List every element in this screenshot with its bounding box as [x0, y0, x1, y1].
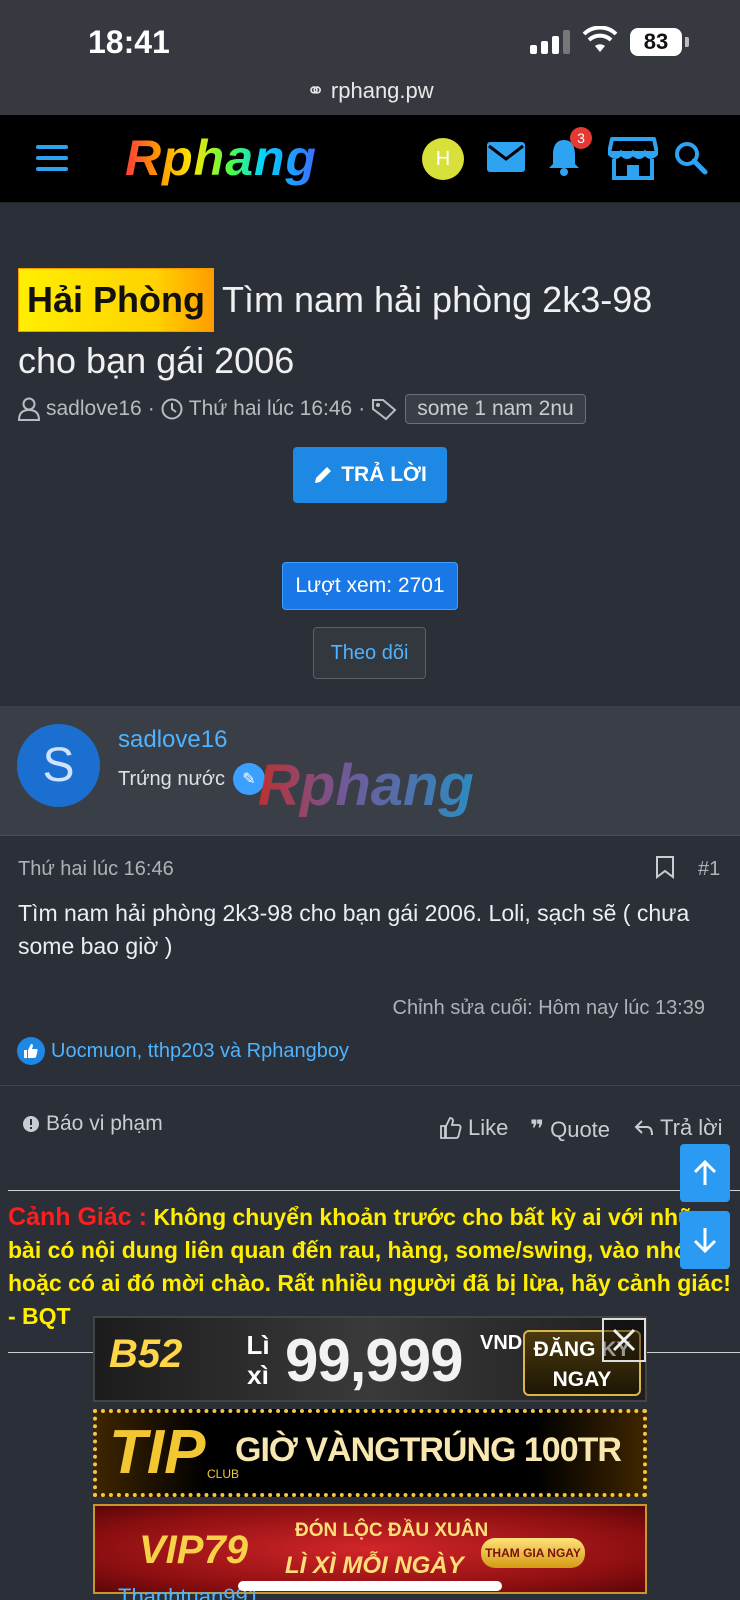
reply-arrow-icon: [634, 1120, 653, 1136]
notification-badge: 3: [570, 127, 592, 149]
reactions-names: Uocmuon, tthp203 và Rphangboy: [51, 1039, 349, 1062]
bookmark-icon[interactable]: [655, 855, 675, 879]
ad-banner-b52[interactable]: B52 Lì xì 99,999 VND ĐĂNG KÝ NGAY: [93, 1316, 647, 1402]
status-bar: 18:41 83 ⚭ rphang.pw: [0, 0, 740, 115]
post-body: Thứ hai lúc 16:46 #1 Tìm nam hải phòng 2…: [0, 837, 740, 1085]
close-ad-button[interactable]: [602, 1318, 646, 1362]
clock: 18:41: [88, 24, 170, 60]
url-text: rphang.pw: [330, 78, 434, 103]
thumbs-up-outline-icon: [440, 1117, 462, 1139]
store-icon[interactable]: [608, 135, 658, 181]
warning-label: Cảnh Giác :: [8, 1203, 147, 1231]
ad-b52-logo: B52: [109, 1332, 183, 1376]
ad-banner-tip[interactable]: TIP CLUB GIỜ VÀNGTRÚNG 100TR: [93, 1409, 647, 1497]
divider: [8, 1190, 740, 1191]
post-actions: Báo vi phạm Like ❞ Quote Trả lời: [0, 1085, 740, 1171]
arrow-up-icon: [693, 1159, 717, 1185]
close-icon: [612, 1328, 636, 1352]
user-rank-label: Trứng nước: [118, 767, 225, 790]
menu-icon[interactable]: [36, 145, 68, 178]
post-date[interactable]: Thứ hai lúc 16:46: [18, 858, 174, 881]
ad-vip79-line1: ĐÓN LỘC ĐẦU XUÂN: [295, 1520, 489, 1541]
ad-currency: VND: [480, 1332, 523, 1354]
pencil-icon: [315, 467, 332, 483]
post-username[interactable]: sadlove16: [118, 726, 227, 754]
reply-post-label: Trả lời: [660, 1115, 723, 1140]
reply-button[interactable]: TRẢ LỜI: [293, 447, 447, 503]
thread-author[interactable]: sadlove16: [46, 397, 142, 421]
user-rank: Trứng nước ✎: [118, 763, 265, 795]
ad-vip79-logo: VIP79: [139, 1528, 248, 1572]
scroll-top-button[interactable]: [680, 1144, 730, 1202]
top-navbar: Rphang H 3: [0, 115, 740, 203]
scroll-bottom-button[interactable]: [680, 1211, 730, 1269]
last-edited: Chỉnh sửa cuối: Hôm nay lúc 13:39: [392, 997, 705, 1019]
alert-icon: [23, 1116, 39, 1132]
warning-sign: - BQT: [8, 1303, 71, 1329]
wifi-icon: [582, 26, 618, 52]
ad-join-button[interactable]: THAM GIA NGAY: [481, 1538, 585, 1568]
battery-indicator: 83: [630, 28, 689, 56]
thread-tag[interactable]: some 1 nam 2nu: [405, 394, 586, 424]
quote-label: Quote: [550, 1116, 611, 1142]
ad-tip-logo: TIP: [109, 1418, 206, 1487]
user-avatar[interactable]: H: [422, 138, 464, 180]
ad-tip-text: GIỜ VÀNGTRÚNG 100TR: [235, 1431, 622, 1469]
ad-vip79-line2: LÌ XÌ MỖI NGÀY: [285, 1552, 464, 1579]
reactions-summary[interactable]: Uocmuon, tthp203 và Rphangboy: [17, 1037, 349, 1065]
signal-icon: [530, 30, 570, 54]
address-bar[interactable]: ⚭ rphang.pw: [0, 78, 740, 104]
quote-button[interactable]: ❞ Quote: [530, 1115, 610, 1144]
follow-button[interactable]: Theo dõi: [313, 627, 426, 679]
reply-button-label: TRẢ LỜI: [341, 463, 427, 486]
quote-icon: ❞: [530, 1116, 545, 1143]
report-button[interactable]: Báo vi phạm: [22, 1112, 163, 1136]
tag-icon: [372, 399, 397, 421]
thread-meta: sadlove16 · Thứ hai lúc 16:46 · some 1 n…: [18, 394, 586, 424]
home-indicator[interactable]: [238, 1581, 502, 1591]
post-number[interactable]: #1: [698, 858, 720, 881]
thread-prefix[interactable]: Hải Phòng: [18, 268, 214, 332]
lock-icon: ⚭: [306, 78, 325, 103]
reply-post-button[interactable]: Trả lời: [634, 1115, 723, 1141]
user-icon: [18, 397, 40, 421]
post-content: Tìm nam hải phòng 2k3-98 cho bạn gái 200…: [18, 900, 690, 959]
like-button[interactable]: Like: [440, 1115, 508, 1141]
mail-icon[interactable]: [486, 141, 526, 173]
ad-amount: 99,999: [285, 1327, 464, 1394]
logo-watermark: Rphang: [258, 753, 474, 818]
thumbs-up-icon: [17, 1037, 45, 1065]
site-logo[interactable]: Rphang: [125, 129, 317, 187]
report-label: Báo vi phạm: [46, 1112, 163, 1135]
arrow-down-icon: [693, 1228, 717, 1254]
thread-title: Hải Phòng Tìm nam hải phòng 2k3-98 cho bạ…: [18, 268, 718, 390]
ad-lixi-text: Lì xì: [246, 1330, 270, 1390]
post-user-header: S sadlove16 Trứng nước ✎ Rphang: [0, 706, 740, 836]
scam-warning: Cảnh Giác : Không chuyển khoản trước cho…: [8, 1201, 738, 1333]
views-counter: Lượt xem: 2701: [282, 562, 458, 610]
search-icon[interactable]: [674, 141, 708, 175]
post-avatar[interactable]: S: [17, 724, 100, 807]
like-label: Like: [468, 1115, 509, 1140]
clock-icon: [161, 398, 183, 420]
thread-date[interactable]: Thứ hai lúc 16:46: [189, 397, 353, 421]
